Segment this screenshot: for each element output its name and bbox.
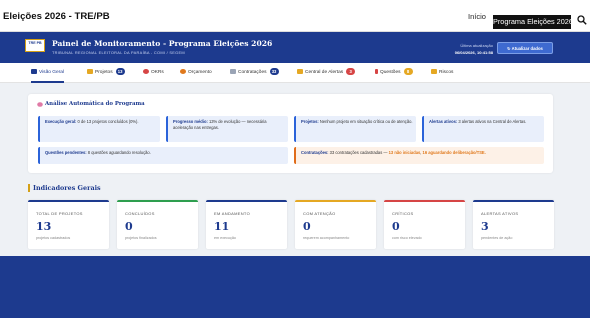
kpi-desc: requerem acompanhamento	[303, 236, 350, 240]
card-key: Alertas ativos:	[429, 119, 458, 124]
card-highlight-nao-iniciadas: 13 não iniciadas	[388, 150, 421, 155]
search-icon[interactable]	[577, 15, 587, 27]
refresh-icon: ↻	[507, 46, 511, 51]
analysis-card-execucao: Execução geral: 0 de 13 projetos concluí…	[38, 116, 160, 142]
analysis-card-contratacoes: Contratações: 33 contratações cadastrada…	[294, 147, 544, 164]
card-key: Questões pendentes:	[45, 150, 87, 155]
kpi-desc: com risco elevado	[392, 236, 422, 240]
bell-icon	[297, 68, 303, 74]
kpi-value: 3	[481, 220, 489, 233]
refresh-label: Atualizar dados	[511, 46, 543, 51]
nav-link-home[interactable]: Início	[468, 12, 486, 21]
card-highlight-aguardando: 16 aguardando deliberação/TSE.	[422, 150, 486, 155]
kpi-label: TOTAL DE PROJETOS	[36, 211, 83, 216]
tab-label: OKRs	[151, 70, 164, 75]
kpi-label: ALERTAS ATIVOS	[481, 211, 519, 216]
tab-projetos[interactable]: Projetos 13	[87, 68, 125, 78]
tre-logo: TRE PB	[25, 39, 45, 52]
analysis-title: Análise Automática do Programa	[45, 101, 145, 107]
badge-questoes: 8	[403, 68, 413, 75]
site-title[interactable]: Eleições 2026 - TRE/PB	[3, 11, 110, 22]
tab-label: Questões	[380, 70, 401, 75]
card-key: Projetos:	[301, 119, 319, 124]
refresh-button[interactable]: ↻ Atualizar dados	[497, 42, 553, 54]
card-text: 33 contratações cadastradas —	[329, 150, 389, 155]
tab-label: Projetos	[95, 70, 113, 75]
card-key: Contratações:	[301, 150, 329, 155]
tab-visao-geral[interactable]: Visão Geral	[31, 68, 64, 83]
kpi-criticos: CRÍTICOS 0 com risco elevado	[384, 200, 465, 249]
badge-projetos: 13	[115, 68, 125, 75]
tab-okrs[interactable]: OKRs	[143, 68, 164, 78]
tab-label: Visão Geral	[39, 70, 64, 75]
kpi-value: 11	[214, 220, 230, 233]
kpi-total-projetos: TOTAL DE PROJETOS 13 projetos cadastrado…	[28, 200, 109, 249]
last-update-date: 06/04/2026, 10:41:58	[454, 50, 493, 55]
analysis-card-progresso: Progresso médio: 13% de evolução — neces…	[166, 116, 288, 142]
tab-central-alertas[interactable]: Central de Alertas 3	[297, 68, 356, 78]
kpi-desc: projetos cadastrados	[36, 236, 71, 240]
top-bar: Eleições 2026 - TRE/PB Início Programa E…	[0, 0, 590, 32]
card-key: Execução geral:	[45, 119, 77, 124]
folder-icon	[87, 68, 93, 74]
card-text: Nenhum projeto em situação crítica ou de…	[319, 119, 413, 124]
money-icon	[180, 68, 186, 74]
section-title-indicadores: Indicadores Gerais	[28, 184, 101, 192]
kpi-label: EM ANDAMENTO	[214, 211, 250, 216]
kpi-value: 0	[303, 220, 311, 233]
card-key: Progresso médio:	[173, 119, 208, 124]
tab-label: Contratações	[238, 70, 267, 75]
kpi-value: 13	[36, 220, 52, 233]
kpi-value: 0	[392, 220, 400, 233]
badge-contratacoes: 33	[269, 68, 279, 75]
last-update-label: Última atualização	[460, 43, 493, 48]
grid-icon	[31, 68, 37, 74]
analysis-card-alertas: Alertas ativos: 3 alertas ativos na Cent…	[422, 116, 544, 142]
kpi-alertas-ativos: ALERTAS ATIVOS 3 pendentes de ação	[473, 200, 554, 249]
kpi-label: CRÍTICOS	[392, 211, 414, 216]
tab-label: Orçamento	[188, 70, 212, 75]
tab-bar: Visão Geral Projetos 13 OKRs Orçamento Co…	[0, 63, 590, 83]
page-title: Painel de Monitoramento - Programa Eleiç…	[52, 39, 273, 48]
tab-orcamento[interactable]: Orçamento	[180, 68, 212, 78]
kpi-desc: em execução	[214, 236, 236, 240]
document-icon	[230, 68, 236, 74]
card-text: 3 alertas ativos na Central de Alertas.	[458, 119, 527, 124]
kpi-label: COM ATENÇÃO	[303, 211, 336, 216]
badge-alertas: 3	[346, 68, 356, 75]
analysis-card-projetos: Projetos: Nenhum projeto em situação crí…	[294, 116, 416, 142]
card-text: 0 de 13 projetos concluídos (0%).	[77, 119, 139, 124]
tab-label: Riscos	[439, 70, 454, 75]
analysis-card-questoes: Questões pendentes: 8 questões aguardand…	[38, 147, 288, 164]
tab-label: Central de Alertas	[305, 70, 344, 75]
brain-icon	[37, 102, 43, 107]
target-icon	[143, 68, 149, 74]
tab-questoes[interactable]: Questões 8	[375, 68, 413, 78]
kpi-concluidos: CONCLUÍDOS 0 projetos finalizados	[117, 200, 198, 249]
kpi-com-atencao: COM ATENÇÃO 0 requerem acompanhamento	[295, 200, 376, 249]
kpi-desc: projetos finalizados	[125, 236, 157, 240]
warning-icon	[431, 68, 437, 74]
kpi-label: CONCLUÍDOS	[125, 211, 155, 216]
footer-band	[0, 256, 590, 318]
tab-riscos[interactable]: Riscos	[431, 68, 453, 78]
tab-contratacoes[interactable]: Contratações 33	[230, 68, 279, 78]
question-icon	[375, 68, 378, 74]
card-text: 8 questões aguardando resolução.	[87, 150, 151, 155]
nav-link-programa[interactable]: Programa Eleições 2026	[493, 15, 573, 29]
kpi-desc: pendentes de ação	[481, 236, 513, 240]
page-subtitle: TRIBUNAL REGIONAL ELEITORAL DA PARAÍBA -…	[52, 50, 185, 55]
kpi-value: 0	[125, 220, 133, 233]
kpi-em-andamento: EM ANDAMENTO 11 em execução	[206, 200, 287, 249]
